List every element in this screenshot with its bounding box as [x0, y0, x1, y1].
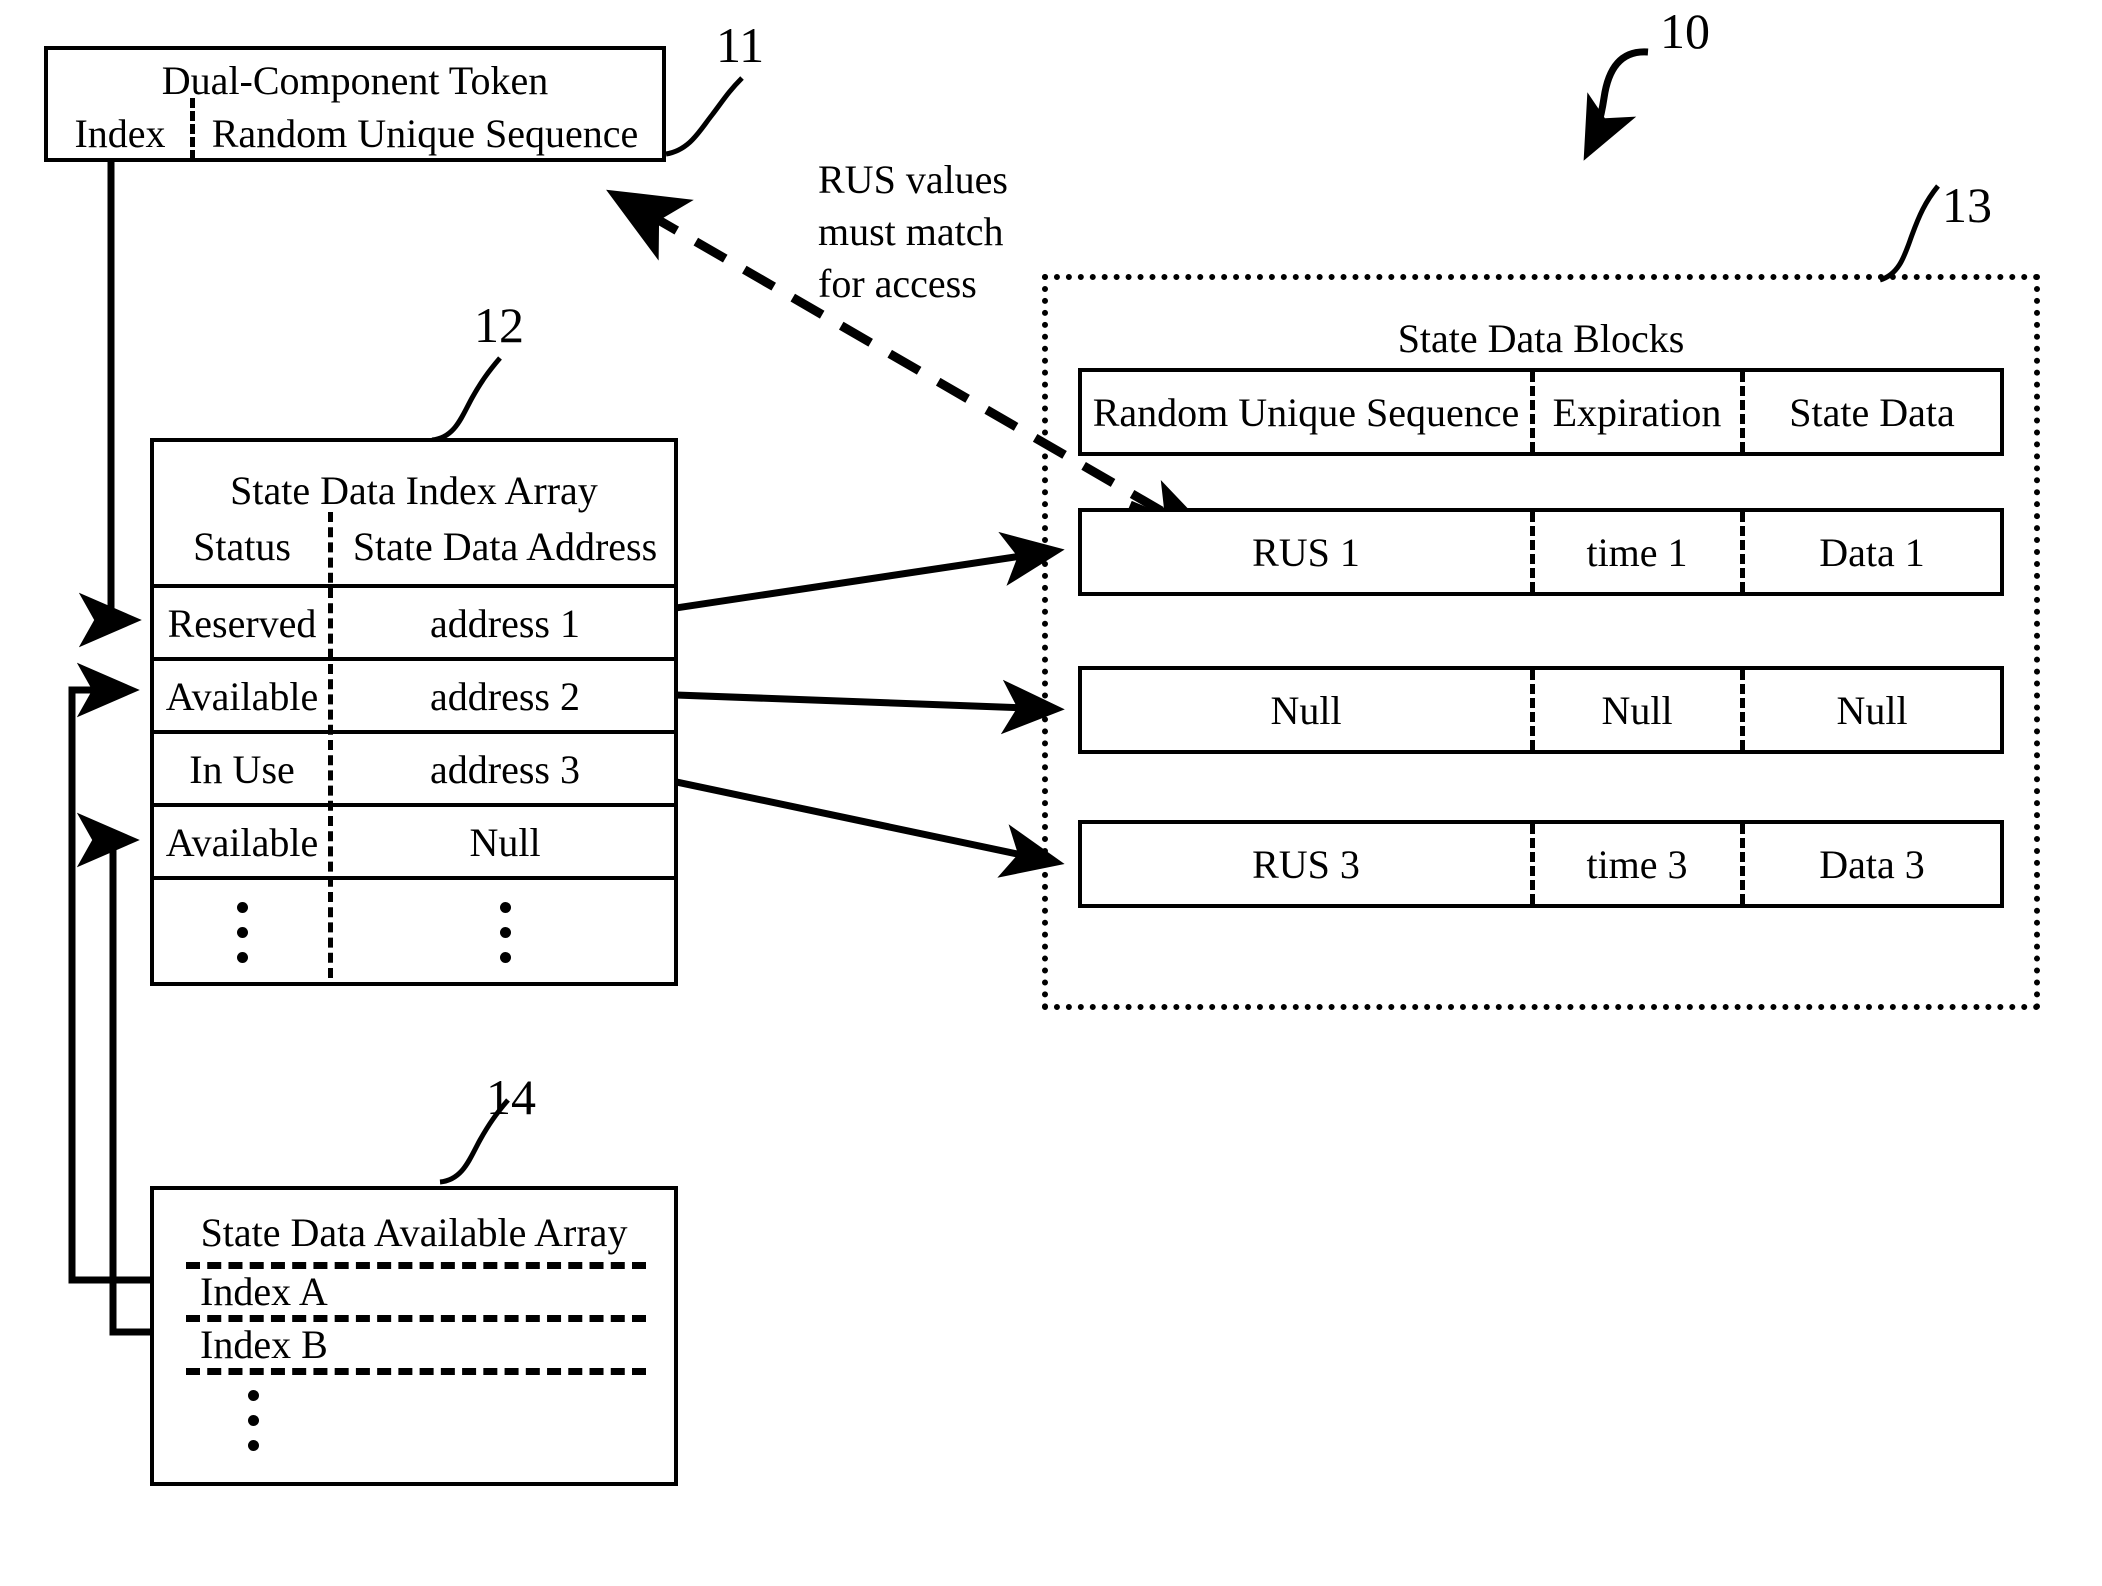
index-array-rule-3 — [150, 803, 678, 807]
index-array-rule-1 — [150, 657, 678, 661]
patent-figure: Dual-Component Token Index Random Unique… — [0, 0, 2102, 1586]
index-array-row-address-1: address 1 — [430, 601, 580, 646]
available-array-row-1: Index A — [200, 1269, 328, 1314]
token-field-rus: Random Unique Sequence — [211, 111, 639, 156]
ref-number-10: 10 — [1660, 3, 1710, 59]
ref-number-12: 12 — [474, 297, 524, 353]
block-1-expiration: time 1 — [1586, 530, 1688, 575]
token-field-divider — [190, 98, 195, 160]
available-array-rule-1 — [186, 1315, 646, 1322]
rus-match-note-line2: must match — [818, 209, 1004, 254]
state-data-blocks-col-expiration: Expiration — [1552, 390, 1722, 435]
state-data-blocks-col-statedata: State Data — [1789, 390, 1955, 435]
block-2-data: Null — [1836, 688, 1908, 733]
state-data-blocks-col-rus: Random Unique Sequence — [1092, 390, 1520, 435]
leader-12 — [431, 356, 502, 443]
leader-11 — [665, 76, 744, 157]
index-array-status-ellipsis — [235, 902, 249, 963]
block-2-expiration: Null — [1601, 688, 1673, 733]
index-array-row-status-3: In Use — [189, 747, 295, 792]
index-array-row-status-4: Available — [165, 820, 319, 865]
dual-component-token-title: Dual-Component Token — [161, 58, 549, 103]
ref-number-14: 14 — [486, 1069, 536, 1125]
ref-number-13: 13 — [1942, 177, 1992, 233]
rus-match-note-line1: RUS values — [818, 157, 1008, 202]
available-array-rule-0 — [186, 1262, 646, 1269]
block-1-data: Data 1 — [1819, 530, 1925, 575]
ref-number-11: 11 — [716, 17, 765, 73]
index-array-column-divider — [328, 512, 333, 978]
index-array-header-rule — [150, 584, 678, 588]
block-3-expiration: time 3 — [1586, 842, 1688, 887]
block-2-rus: Null — [1270, 688, 1342, 733]
token-field-index: Index — [74, 111, 166, 156]
rus-match-note-line3: for access — [818, 261, 977, 306]
block-1-rus: RUS 1 — [1252, 530, 1360, 575]
index-array-row-address-4: Null — [469, 820, 541, 865]
leader-10-arrow — [1583, 48, 1649, 161]
index-array-row-address-2: address 2 — [430, 674, 580, 719]
block-3-rus: RUS 3 — [1252, 842, 1360, 887]
leader-13 — [1879, 184, 1940, 283]
block-3-data: Data 3 — [1819, 842, 1925, 887]
state-data-blocks-title: State Data Blocks — [1397, 316, 1685, 361]
available-array-ellipsis — [246, 1390, 260, 1451]
available-array-rule-2 — [186, 1368, 646, 1375]
state-data-index-array-title: State Data Index Array — [230, 468, 598, 513]
index-array-rule-2 — [150, 730, 678, 734]
state-data-available-array-title: State Data Available Array — [200, 1210, 628, 1255]
index-array-rule-4 — [150, 876, 678, 880]
index-array-row-status-1: Reserved — [167, 601, 317, 646]
available-array-row-2: Index B — [200, 1322, 328, 1367]
connector-index-to-reserved — [78, 162, 142, 648]
index-array-col-address: State Data Address — [352, 524, 658, 569]
index-array-row-status-2: Available — [165, 674, 319, 719]
index-array-address-ellipsis — [498, 902, 512, 963]
index-array-col-status: Status — [193, 524, 291, 569]
index-array-row-address-3: address 3 — [430, 747, 580, 792]
